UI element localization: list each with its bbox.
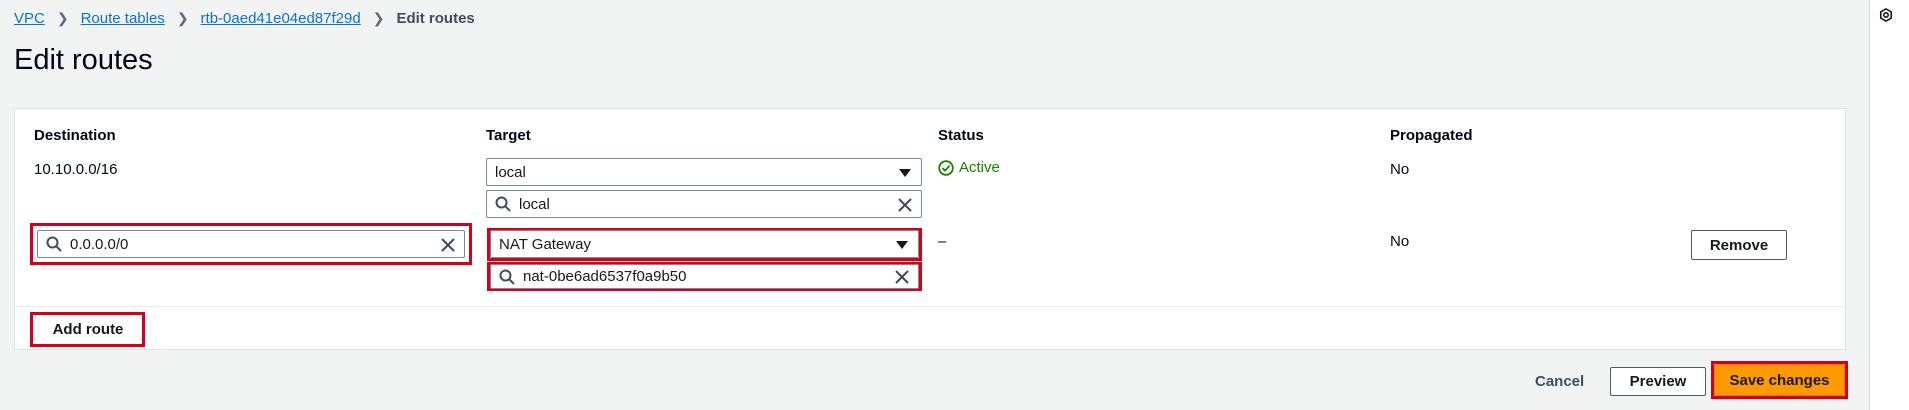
search-icon (499, 269, 515, 285)
status-success-icon (938, 159, 954, 176)
route-destination: 10.10.0.0/16 (34, 161, 118, 178)
target-type-select[interactable]: local (486, 158, 922, 186)
chevron-right-icon: ❯ (372, 10, 385, 26)
chevron-right-icon: ❯ (56, 10, 69, 26)
clear-icon[interactable] (897, 197, 913, 213)
breadcrumb-link-vpc[interactable]: VPC (14, 10, 45, 27)
remove-route-button[interactable]: Remove (1691, 230, 1787, 260)
breadcrumb-link-route-table-id[interactable]: rtb-0aed41e04ed87f29d (201, 10, 361, 27)
right-utility-panel (1869, 0, 1909, 410)
target-type-value: NAT Gateway (499, 235, 591, 253)
settings-icon[interactable] (1879, 8, 1893, 22)
route-propagated: No (1390, 233, 1410, 250)
caret-down-icon (899, 169, 911, 177)
route-status: – (938, 233, 947, 250)
route-propagated: No (1390, 161, 1410, 178)
breadcrumb-current: Edit routes (396, 10, 475, 27)
header-destination: Destination (34, 127, 116, 144)
divider (14, 306, 1846, 307)
destination-input[interactable]: 0.0.0.0/0 (37, 230, 465, 258)
caret-down-icon (896, 241, 908, 249)
page-title: Edit routes (14, 44, 153, 76)
breadcrumb: VPC ❯ Route tables ❯ rtb-0aed41e04ed87f2… (14, 10, 475, 27)
target-search-value: local (519, 195, 550, 213)
target-search-input[interactable]: local (486, 190, 922, 218)
clear-icon[interactable] (440, 237, 456, 253)
search-icon (495, 196, 511, 212)
header-propagated: Propagated (1390, 127, 1473, 144)
add-route-button[interactable]: Add route (34, 315, 142, 344)
save-changes-button[interactable]: Save changes (1714, 364, 1845, 396)
chevron-right-icon: ❯ (176, 10, 189, 26)
preview-button[interactable]: Preview (1610, 367, 1706, 396)
clear-icon[interactable] (894, 269, 910, 285)
target-type-select[interactable]: NAT Gateway (490, 230, 919, 258)
target-type-value: local (495, 163, 526, 181)
target-search-input[interactable]: nat-0be6ad6537f0a9b50 (490, 264, 919, 289)
breadcrumb-link-route-tables[interactable]: Route tables (81, 10, 165, 27)
header-status: Status (938, 127, 984, 144)
destination-input-value: 0.0.0.0/0 (70, 235, 129, 253)
search-icon (46, 236, 62, 252)
target-search-value: nat-0be6ad6537f0a9b50 (523, 268, 687, 285)
header-target: Target (486, 127, 531, 144)
status-label: Active (959, 159, 1000, 176)
route-status: Active (938, 159, 1000, 176)
cancel-button[interactable]: Cancel (1535, 373, 1584, 390)
